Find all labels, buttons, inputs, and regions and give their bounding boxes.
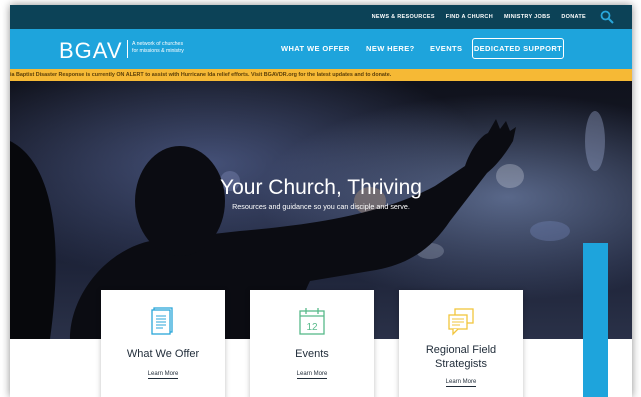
alert-banner[interactable]: ia Baptist Disaster Response is currentl… [10, 69, 632, 81]
dedicated-support-button[interactable]: DEDICATED SUPPORT [472, 38, 564, 59]
tagline-line-1: A network of churches [132, 41, 184, 47]
card-title: Events [295, 348, 329, 360]
card-title: What We Offer [126, 348, 200, 360]
utility-link-donate[interactable]: DONATE [561, 14, 586, 20]
side-accent-bar [583, 243, 608, 397]
nav-events[interactable]: EVENTS [430, 44, 462, 53]
hero-subtitle: Resources and guidance so you can discip… [232, 202, 410, 211]
learn-more-text[interactable]: Learn More [445, 379, 477, 387]
utility-link-news-resources[interactable]: NEWS & RESOURCES [372, 14, 435, 20]
card-regional-field-strategists[interactable]: Regional Field Strategists Learn More [399, 290, 523, 397]
tagline-line-2: for missions & ministry [132, 48, 184, 54]
logo-tagline: A network of churches for missions & min… [132, 41, 212, 55]
calendar-icon: 12 [298, 306, 326, 336]
nav-new-here[interactable]: NEW HERE? [366, 44, 415, 53]
logo-divider [127, 40, 128, 58]
card-title-line-2: Strategists [435, 358, 487, 370]
document-icon [149, 306, 177, 336]
card-events[interactable]: 12 Events Learn More [250, 290, 374, 397]
learn-more-text[interactable]: Learn More [296, 371, 328, 379]
calendar-day: 12 [306, 322, 318, 333]
nav-what-we-offer[interactable]: WHAT WE OFFER [281, 44, 350, 53]
card-what-we-offer[interactable]: What We Offer Learn More [101, 290, 225, 397]
card-title-line-1: Regional Field [425, 344, 497, 356]
search-icon[interactable] [600, 10, 614, 24]
utility-link-ministry-jobs[interactable]: MINISTRY JOBS [504, 14, 550, 20]
card-learn-more-link[interactable]: Learn More [101, 371, 225, 379]
bgav-logo[interactable]: BGAV [59, 38, 123, 64]
chat-bubbles-icon [447, 306, 475, 336]
learn-more-text[interactable]: Learn More [147, 371, 179, 379]
utility-link-find-a-church[interactable]: FIND A CHURCH [446, 14, 493, 20]
browser-page: NEWS & RESOURCES FIND A CHURCH MINISTRY … [10, 5, 632, 397]
card-learn-more-link[interactable]: Learn More [399, 379, 523, 387]
hero-title: Your Church, Thriving [220, 176, 422, 199]
utility-bar: NEWS & RESOURCES FIND A CHURCH MINISTRY … [10, 5, 632, 29]
card-learn-more-link[interactable]: Learn More [250, 371, 374, 379]
main-nav: BGAV A network of churches for missions … [10, 29, 632, 69]
